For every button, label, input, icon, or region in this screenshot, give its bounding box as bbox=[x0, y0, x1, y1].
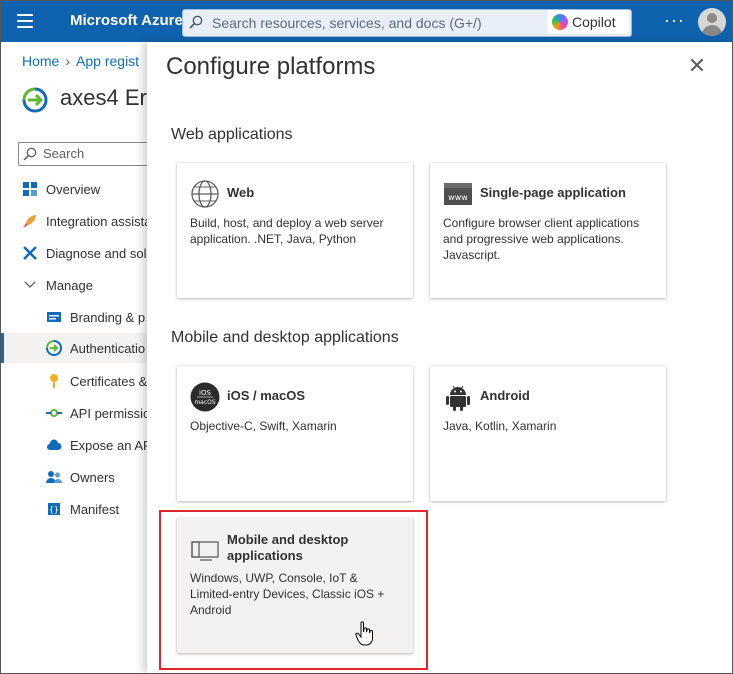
search-icon bbox=[23, 147, 37, 161]
auth-icon bbox=[46, 340, 62, 356]
svg-text:iOS: iOS bbox=[199, 389, 211, 397]
breadcrumb: Home › App regist bbox=[22, 53, 139, 69]
highlight-box bbox=[159, 510, 428, 670]
more-options-icon[interactable]: ··· bbox=[664, 10, 685, 31]
nav-item-manifest[interactable]: {} Manifest bbox=[46, 497, 151, 523]
grid-icon bbox=[23, 182, 37, 196]
nav-item-diagnose[interactable]: Diagnose and sol bbox=[22, 241, 151, 267]
nav-item-api-permissions[interactable]: API permissic bbox=[46, 401, 151, 427]
svg-text:www: www bbox=[448, 193, 468, 202]
copilot-label: Copilot bbox=[572, 14, 616, 30]
nav-item-overview[interactable]: Overview bbox=[22, 177, 151, 203]
breadcrumb-home[interactable]: Home bbox=[22, 53, 59, 69]
tools-icon bbox=[23, 246, 37, 260]
search-icon bbox=[189, 15, 203, 29]
nav-item-branding[interactable]: Branding & p bbox=[46, 305, 151, 331]
nav-label: Certificates & bbox=[70, 374, 148, 389]
avatar[interactable] bbox=[698, 8, 726, 36]
platform-card-ios-macos[interactable]: iOS macOS iOS / macOS Objective-C, Swift… bbox=[177, 366, 413, 501]
card-description: Build, host, and deploy a web server app… bbox=[190, 216, 384, 246]
card-description: Java, Kotlin, Xamarin bbox=[443, 419, 557, 433]
nav-item-certificates[interactable]: Certificates & bbox=[46, 369, 151, 395]
platform-card-spa[interactable]: www Single-page application Configure br… bbox=[430, 163, 666, 298]
hand-pointer-cursor-icon bbox=[355, 621, 373, 646]
card-title: Web bbox=[227, 185, 255, 200]
svg-text:macOS: macOS bbox=[194, 399, 216, 406]
svg-text:{}: {} bbox=[49, 505, 59, 514]
chevron-right-icon: › bbox=[65, 53, 71, 69]
card-title: iOS / macOS bbox=[227, 388, 306, 403]
search-placeholder: Search resources, services, and docs (G+… bbox=[212, 15, 482, 31]
nav-label: Owners bbox=[70, 470, 115, 485]
left-blade: Home › App regist axes4 Er Search Overview… bbox=[1, 42, 160, 673]
manifest-icon: {} bbox=[48, 503, 60, 515]
nav-label: Overview bbox=[46, 182, 101, 197]
active-indicator bbox=[1, 333, 4, 363]
nav-item-owners[interactable]: Owners bbox=[46, 465, 151, 491]
card-description: Objective-C, Swift, Xamarin bbox=[190, 419, 337, 433]
nav-label: Expose an AP bbox=[70, 438, 152, 453]
top-bar: Microsoft Azure Search resources, servic… bbox=[1, 1, 732, 42]
nav-label: Manifest bbox=[70, 502, 120, 517]
platform-card-android[interactable]: Android Java, Kotlin, Xamarin bbox=[430, 366, 666, 501]
copilot-button[interactable]: Copilot bbox=[547, 10, 629, 34]
nav-item-authentication[interactable]: Authenticatio bbox=[1, 333, 151, 363]
ios-macos-icon: iOS macOS bbox=[190, 382, 220, 412]
api-icon bbox=[46, 409, 62, 417]
people-icon bbox=[46, 471, 62, 483]
platform-card-web[interactable]: Web Build, host, and deploy a web server… bbox=[177, 163, 413, 298]
brand-title[interactable]: Microsoft Azure bbox=[70, 12, 183, 29]
browser-www-icon: www bbox=[444, 183, 472, 205]
nav-label: Authenticatio bbox=[70, 341, 146, 356]
app-name: axes4 Er bbox=[60, 85, 147, 110]
branding-icon bbox=[47, 312, 61, 322]
key-icon bbox=[50, 374, 58, 388]
nav-item-expose-api[interactable]: Expose an AP bbox=[46, 433, 152, 459]
close-icon[interactable]: ✕ bbox=[687, 55, 707, 77]
globe-icon bbox=[191, 180, 219, 208]
chevron-down-icon bbox=[24, 281, 36, 288]
copilot-icon bbox=[552, 14, 568, 30]
nav-label: Diagnose and sol bbox=[46, 246, 147, 261]
nav-label: API permissic bbox=[70, 406, 150, 421]
menu-search-placeholder: Search bbox=[43, 146, 85, 161]
section-web-applications: Web applications bbox=[171, 126, 293, 143]
rocket-icon bbox=[23, 215, 36, 228]
window-frame: Microsoft Azure Search resources, servic… bbox=[0, 0, 733, 674]
card-title: Single-page application bbox=[480, 185, 626, 200]
card-description: Configure browser client applications an… bbox=[443, 216, 640, 262]
nav-label: Integration assista bbox=[46, 214, 152, 229]
app-registration-icon bbox=[22, 87, 48, 113]
nav-label: Branding & p bbox=[70, 310, 146, 325]
section-mobile-desktop: Mobile and desktop applications bbox=[171, 329, 399, 346]
card-title: Android bbox=[480, 388, 530, 403]
nav-label: Manage bbox=[46, 278, 93, 293]
nav-group-manage[interactable]: Manage bbox=[22, 273, 151, 299]
nav-item-integration-assistant[interactable]: Integration assista bbox=[22, 209, 152, 235]
android-icon bbox=[446, 385, 470, 411]
menu-search-input[interactable]: Search bbox=[18, 142, 160, 166]
cloud-icon bbox=[47, 439, 62, 450]
panel-title: Configure platforms bbox=[166, 53, 376, 80]
hamburger-menu-icon[interactable] bbox=[17, 14, 33, 28]
breadcrumb-app-registrations[interactable]: App regist bbox=[76, 53, 139, 69]
